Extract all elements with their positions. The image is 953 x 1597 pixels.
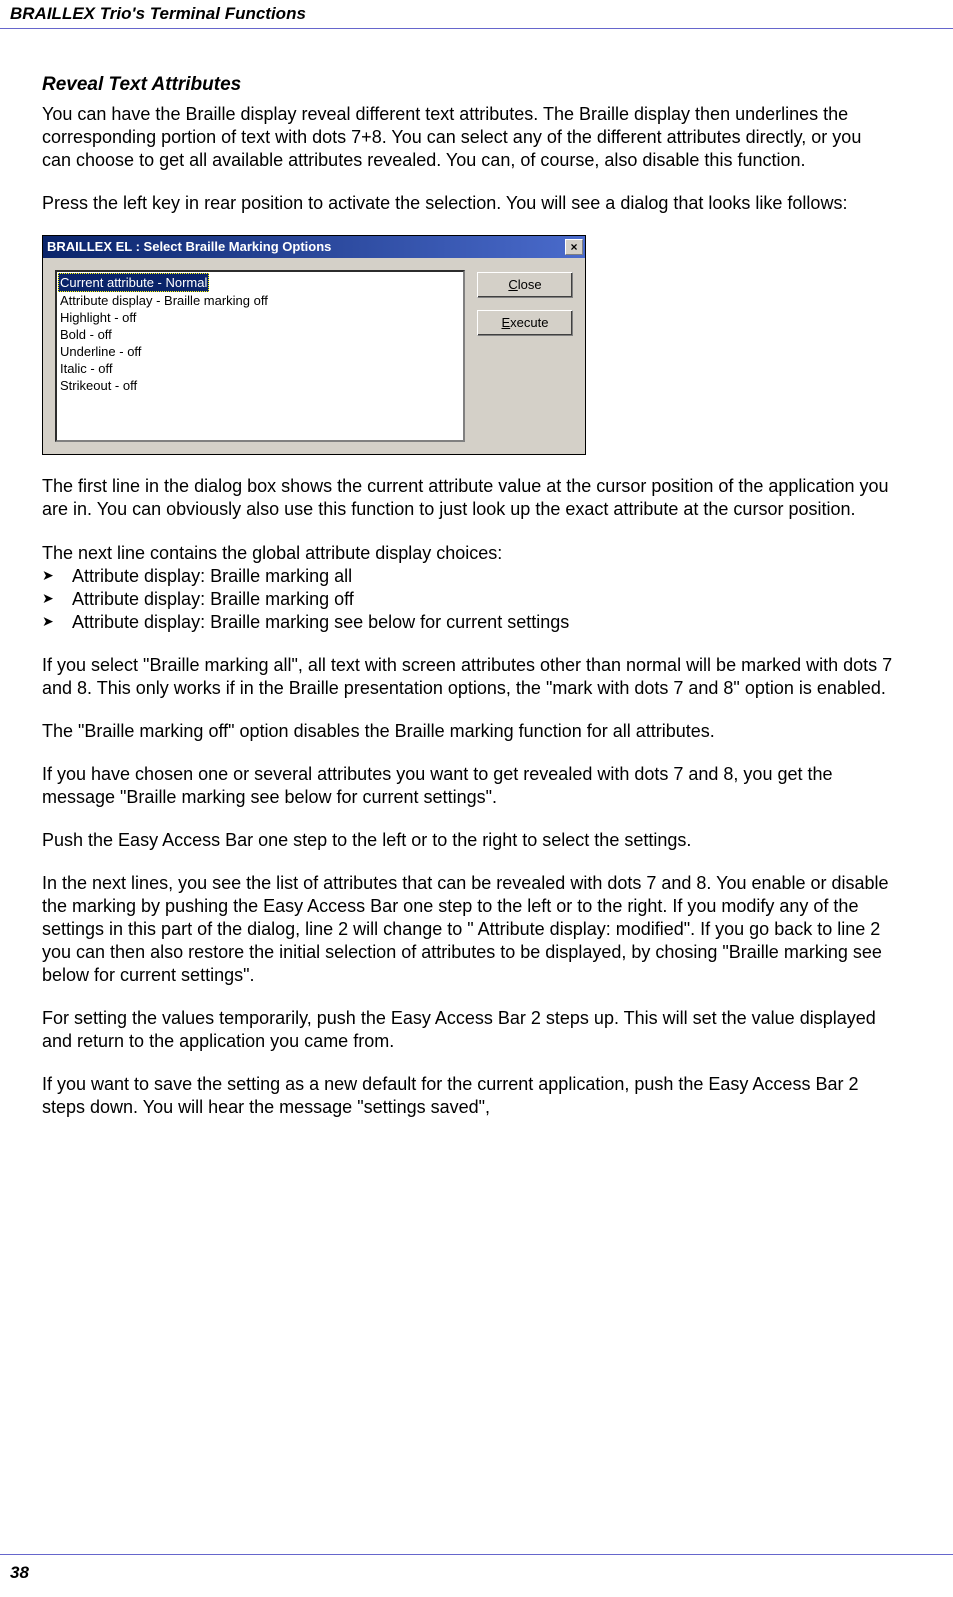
close-icon-glyph: × — [570, 241, 577, 253]
button-accel: E — [502, 315, 511, 330]
list-item[interactable]: Strikeout - off — [58, 377, 462, 394]
list-item[interactable]: Underline - off — [58, 343, 462, 360]
paragraph: Push the Easy Access Bar one step to the… — [42, 829, 893, 852]
content-area: Reveal Text Attributes You can have the … — [0, 29, 953, 1119]
list-item[interactable]: Bold - off — [58, 326, 462, 343]
paragraph: For setting the values temporarily, push… — [42, 1007, 893, 1053]
paragraph: In the next lines, you see the list of a… — [42, 872, 893, 987]
button-label-rest: xecute — [510, 315, 548, 330]
close-icon[interactable]: × — [565, 239, 583, 255]
header-title: BRAILLEX Trio's Terminal Functions — [10, 4, 306, 23]
page-number: 38 — [10, 1563, 29, 1583]
dialog-title: BRAILLEX EL : Select Braille Marking Opt… — [47, 239, 331, 256]
list-item: Attribute display: Braille marking all — [42, 565, 893, 588]
close-button[interactable]: Close — [477, 272, 573, 298]
paragraph: The first line in the dialog box shows t… — [42, 475, 893, 521]
list-item: Attribute display: Braille marking off — [42, 588, 893, 611]
page: BRAILLEX Trio's Terminal Functions Revea… — [0, 0, 953, 1597]
page-header: BRAILLEX Trio's Terminal Functions — [0, 0, 953, 28]
list-item[interactable]: Highlight - off — [58, 309, 462, 326]
button-label-rest: lose — [518, 277, 542, 292]
paragraph: If you select "Braille marking all", all… — [42, 654, 893, 700]
execute-button[interactable]: Execute — [477, 310, 573, 336]
list-item[interactable]: Current attribute - Normal — [58, 273, 209, 292]
list-item[interactable]: Attribute display - Braille marking off — [58, 292, 462, 309]
button-accel: C — [508, 277, 517, 292]
paragraph: The next line contains the global attrib… — [42, 542, 893, 565]
list-item: Attribute display: Braille marking see b… — [42, 611, 893, 634]
dialog-body: Current attribute - Normal Attribute dis… — [43, 258, 585, 454]
paragraph: The "Braille marking off" option disable… — [42, 720, 893, 743]
list-item[interactable]: Italic - off — [58, 360, 462, 377]
options-listbox[interactable]: Current attribute - Normal Attribute dis… — [55, 270, 465, 442]
paragraph: If you want to save the setting as a new… — [42, 1073, 893, 1119]
dialog-screenshot: BRAILLEX EL : Select Braille Marking Opt… — [42, 235, 893, 455]
dialog-titlebar: BRAILLEX EL : Select Braille Marking Opt… — [43, 236, 585, 258]
bullet-list: Attribute display: Braille marking all A… — [42, 565, 893, 634]
footer-divider — [0, 1554, 953, 1555]
dialog-window: BRAILLEX EL : Select Braille Marking Opt… — [42, 235, 586, 455]
paragraph: You can have the Braille display reveal … — [42, 103, 893, 172]
dialog-button-column: Close Execute — [477, 270, 573, 442]
paragraph: Press the left key in rear position to a… — [42, 192, 893, 215]
paragraph: If you have chosen one or several attrib… — [42, 763, 893, 809]
section-title: Reveal Text Attributes — [42, 73, 893, 97]
